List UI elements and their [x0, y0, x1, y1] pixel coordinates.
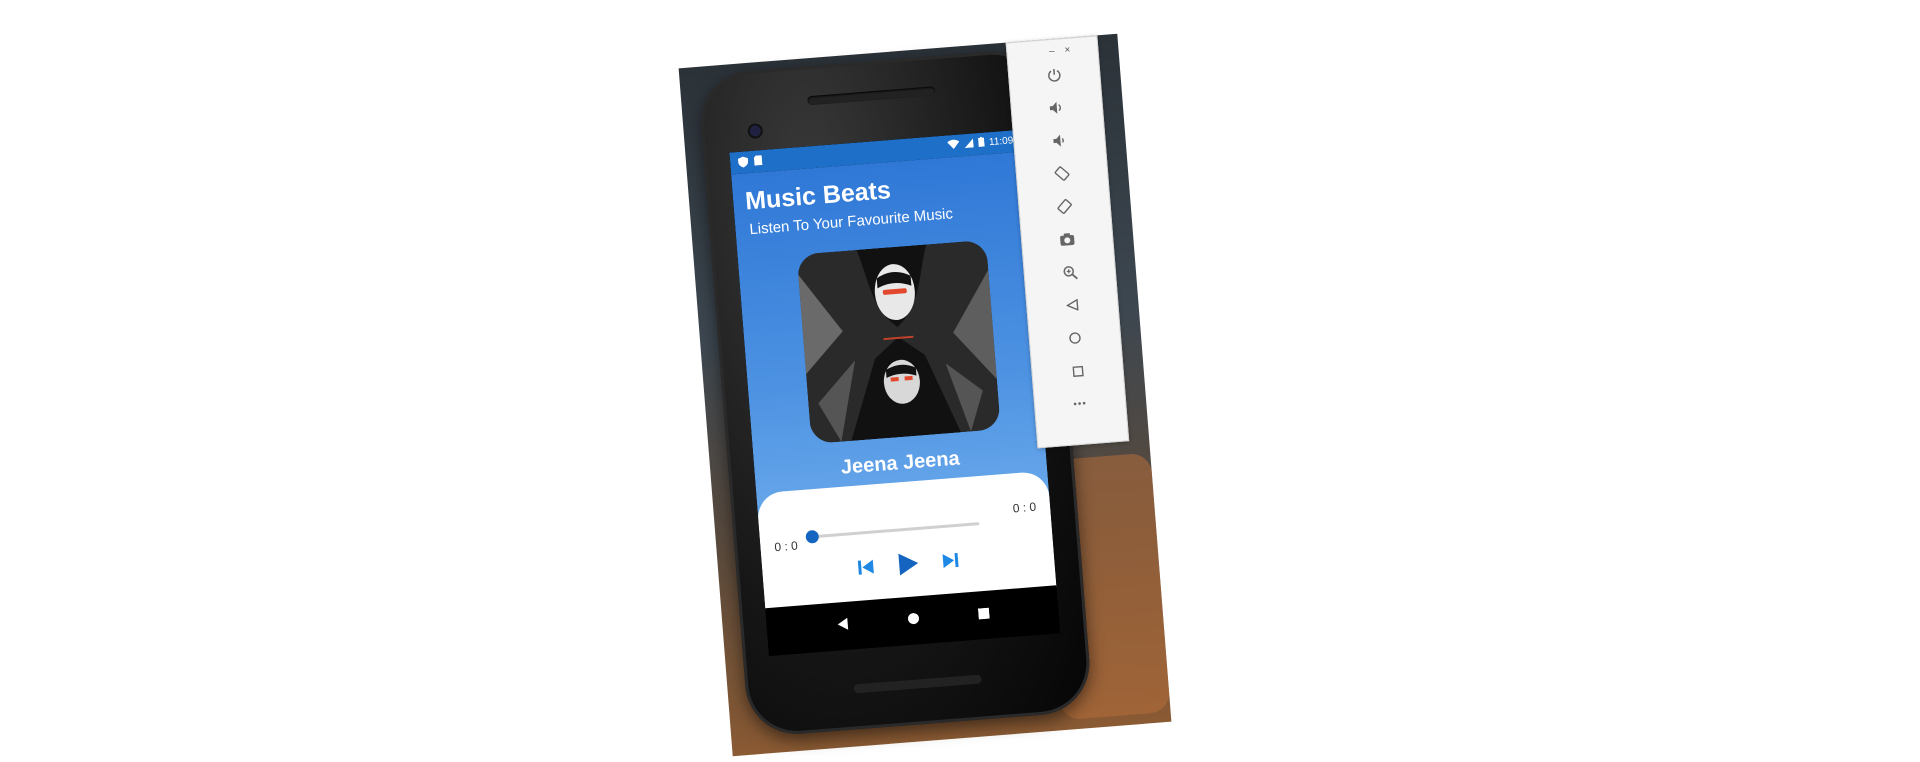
- nav-home-icon[interactable]: [906, 611, 919, 630]
- screenshot-icon[interactable]: [1056, 229, 1078, 251]
- front-camera: [749, 125, 762, 137]
- shield-icon: [737, 156, 749, 171]
- rotate-left-icon[interactable]: [1051, 163, 1073, 185]
- app-title: Music Beats: [744, 176, 892, 216]
- overview-icon[interactable]: [1067, 360, 1089, 382]
- nav-recents-icon[interactable]: [977, 606, 990, 625]
- signal-icon: [964, 137, 974, 151]
- nav-back-icon[interactable]: [836, 617, 849, 636]
- zoom-icon[interactable]: [1059, 262, 1081, 284]
- play-icon[interactable]: [896, 551, 920, 577]
- minimize-button[interactable]: –: [1049, 46, 1055, 57]
- status-time: 11:09: [988, 135, 1014, 149]
- phone-screen[interactable]: 11:09 Music Beats Listen To Your Favouri…: [729, 129, 1061, 657]
- volume-up-icon[interactable]: [1046, 97, 1068, 119]
- power-icon[interactable]: [1044, 64, 1066, 86]
- sd-card-icon: [753, 155, 763, 170]
- total-time: 0 : 0: [1012, 499, 1037, 516]
- skip-previous-icon[interactable]: [857, 558, 876, 575]
- battery-icon: [977, 136, 985, 150]
- current-time: 0 : 0: [773, 538, 799, 555]
- back-icon[interactable]: [1062, 294, 1084, 316]
- music-app: Music Beats Listen To Your Favourite Mus…: [731, 151, 1057, 612]
- volume-down-icon[interactable]: [1049, 130, 1071, 152]
- playback-controls: [762, 540, 1055, 587]
- seek-bar[interactable]: [805, 522, 980, 544]
- rotate-right-icon[interactable]: [1054, 196, 1076, 218]
- skip-next-icon[interactable]: [940, 552, 959, 569]
- home-icon[interactable]: [1064, 327, 1086, 349]
- earpiece: [807, 86, 936, 106]
- close-button[interactable]: ×: [1064, 45, 1071, 56]
- more-icon[interactable]: •••: [1069, 393, 1091, 415]
- wifi-icon: [946, 139, 960, 153]
- album-art: [796, 239, 1001, 445]
- seek-thumb[interactable]: [805, 529, 820, 544]
- emulator-scene: 11:09 Music Beats Listen To Your Favouri…: [678, 33, 1177, 757]
- bottom-speaker: [853, 674, 982, 694]
